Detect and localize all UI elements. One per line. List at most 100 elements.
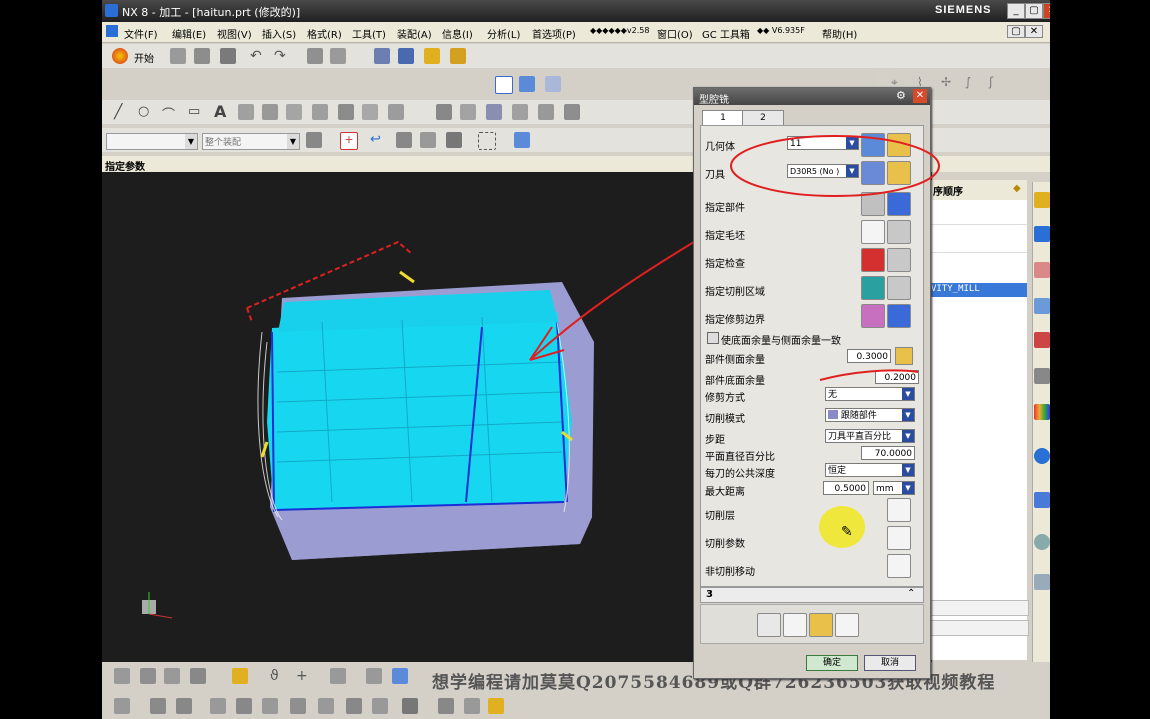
selection-scope-dropdown[interactable]: 整个装配 ▼ bbox=[202, 133, 300, 150]
trim-body-icon[interactable] bbox=[388, 104, 404, 120]
resource-history-icon[interactable] bbox=[1034, 332, 1050, 348]
ops-row2-icon-7[interactable] bbox=[290, 698, 306, 714]
cut-icon[interactable] bbox=[307, 48, 323, 64]
select-box-icon[interactable] bbox=[478, 132, 496, 150]
menu-analysis[interactable]: 分析(L) bbox=[487, 26, 520, 41]
shell-icon[interactable] bbox=[512, 104, 528, 120]
draft-icon[interactable] bbox=[538, 104, 554, 120]
ops-row2-icon-3[interactable] bbox=[176, 698, 192, 714]
specify-cut-area-button[interactable] bbox=[861, 276, 885, 300]
cancel-button[interactable]: 取消 bbox=[864, 655, 916, 671]
dialog-close-button[interactable]: ✕ bbox=[913, 89, 927, 103]
undo-icon[interactable]: ↶ bbox=[250, 48, 266, 64]
create-tool-icon[interactable] bbox=[398, 48, 414, 64]
ops-row2-icon-14[interactable] bbox=[488, 698, 504, 714]
create-program-icon[interactable] bbox=[374, 48, 390, 64]
menu-file[interactable]: 文件(F) bbox=[124, 26, 158, 41]
navigator-row[interactable] bbox=[929, 210, 1027, 225]
ops-row2-icon-8[interactable] bbox=[318, 698, 334, 714]
arrow-icon[interactable]: ↩ bbox=[370, 132, 386, 148]
part-floor-stock-input[interactable]: 0.2000 bbox=[875, 370, 919, 384]
shaded-view-icon[interactable] bbox=[519, 76, 535, 92]
flat-diameter-input[interactable]: 70.0000 bbox=[861, 446, 915, 460]
operation-icon-4[interactable] bbox=[190, 668, 206, 684]
wireframe-view-icon[interactable] bbox=[545, 76, 561, 92]
navigator-row[interactable] bbox=[929, 238, 1027, 253]
menu-information[interactable]: 信息(I) bbox=[442, 26, 473, 41]
close-button[interactable]: ✕ bbox=[1043, 3, 1050, 19]
edit-geometry-button[interactable] bbox=[861, 133, 885, 157]
navigator-row-selected[interactable]: VITY_MILL bbox=[929, 283, 1027, 297]
post-icon[interactable] bbox=[330, 668, 346, 684]
resource-reuse-icon[interactable] bbox=[1034, 298, 1050, 314]
menu-gc-toolkit[interactable]: GC 工具箱 bbox=[702, 26, 750, 41]
part-side-stock-input[interactable]: 0.3000 bbox=[847, 349, 891, 363]
list-button[interactable] bbox=[835, 613, 859, 637]
hole-icon[interactable] bbox=[286, 104, 302, 120]
stepover-dropdown[interactable]: 刀具平直百分比 ▼ bbox=[825, 429, 915, 443]
feature-icon[interactable] bbox=[420, 132, 436, 148]
menu-view[interactable]: 视图(V) bbox=[217, 26, 252, 41]
create-geometry-icon[interactable] bbox=[424, 48, 440, 64]
lock-icon[interactable] bbox=[895, 347, 913, 365]
replay-button[interactable] bbox=[783, 613, 807, 637]
specify-part-button[interactable] bbox=[861, 192, 885, 216]
verify-button[interactable] bbox=[809, 613, 833, 637]
blend-icon[interactable] bbox=[338, 104, 354, 120]
cut-pattern-dropdown[interactable]: 跟随部件 ▼ bbox=[825, 408, 915, 422]
doc-close-button[interactable]: ✕ bbox=[1025, 25, 1043, 38]
analysis-icon-3[interactable]: ✢ bbox=[941, 75, 957, 91]
open-icon[interactable] bbox=[194, 48, 210, 64]
offset-face-icon[interactable] bbox=[436, 104, 452, 120]
dialog-settings-icon[interactable]: ⚙ bbox=[896, 89, 910, 103]
arc-icon[interactable]: ⌒ bbox=[162, 104, 178, 123]
menu-help[interactable]: 帮助(H) bbox=[822, 26, 857, 41]
resource-process-icon[interactable] bbox=[1034, 368, 1050, 384]
display-part-icon[interactable] bbox=[887, 192, 911, 216]
text-icon[interactable]: A bbox=[214, 102, 230, 121]
new-geometry-button[interactable] bbox=[887, 133, 911, 157]
body-icon[interactable] bbox=[446, 132, 462, 148]
menu-window[interactable]: 窗口(O) bbox=[657, 26, 693, 41]
display-cut-area-icon[interactable] bbox=[887, 276, 911, 300]
max-distance-unit-dropdown[interactable]: mm ▼ bbox=[873, 481, 915, 495]
save-icon[interactable] bbox=[220, 48, 236, 64]
add-icon[interactable]: + bbox=[296, 668, 312, 684]
pin-icon[interactable]: ◆ bbox=[1013, 183, 1021, 194]
section-bar[interactable]: 3 ⌃ bbox=[700, 587, 924, 603]
start-button[interactable]: 开始 bbox=[134, 50, 154, 65]
sew-icon[interactable] bbox=[564, 104, 580, 120]
resource-help-icon[interactable] bbox=[1034, 448, 1050, 464]
menu-insert[interactable]: 插入(S) bbox=[262, 26, 296, 41]
revolve-icon[interactable] bbox=[262, 104, 278, 120]
cut-params-button[interactable] bbox=[887, 526, 911, 550]
menu-preferences[interactable]: 首选项(P) bbox=[532, 26, 576, 41]
new-tool-button[interactable] bbox=[887, 161, 911, 185]
line-icon[interactable]: ╱ bbox=[114, 104, 130, 120]
menu-plugin-version[interactable]: ◆◆ V6.935F bbox=[757, 26, 805, 35]
menu-plugin[interactable]: ◆◆◆◆◆◆v2.58 bbox=[590, 26, 649, 35]
operation-icon-1[interactable] bbox=[114, 668, 130, 684]
tab-2[interactable]: 2 bbox=[742, 110, 784, 126]
ops-row2-icon-2[interactable] bbox=[150, 698, 166, 714]
ops-row2-icon-6[interactable] bbox=[262, 698, 278, 714]
display-trim-icon[interactable] bbox=[887, 304, 911, 328]
resource-part-icon[interactable] bbox=[1034, 262, 1050, 278]
new-icon[interactable] bbox=[170, 48, 186, 64]
display-check-icon[interactable] bbox=[887, 248, 911, 272]
chamfer-icon[interactable] bbox=[362, 104, 378, 120]
analysis-icon-4[interactable]: ∫ bbox=[965, 75, 981, 91]
navigator-row[interactable] bbox=[929, 600, 1029, 616]
display-blank-icon[interactable] bbox=[887, 220, 911, 244]
resource-clock-icon[interactable] bbox=[1034, 534, 1050, 550]
fit-view-icon[interactable] bbox=[495, 76, 513, 94]
cut-levels-button[interactable] bbox=[887, 498, 911, 522]
resource-web-icon[interactable] bbox=[1034, 492, 1050, 508]
analysis-icon-5[interactable]: ʃ bbox=[989, 75, 1005, 91]
ops-row2-icon-9[interactable] bbox=[346, 698, 362, 714]
generate-toolpath-icon[interactable] bbox=[232, 668, 248, 684]
boolean-icon[interactable] bbox=[312, 104, 328, 120]
ops-row2-icon-10[interactable] bbox=[372, 698, 388, 714]
ops-row2-icon-1[interactable] bbox=[114, 698, 130, 714]
ops-row2-icon-11[interactable] bbox=[402, 698, 418, 714]
